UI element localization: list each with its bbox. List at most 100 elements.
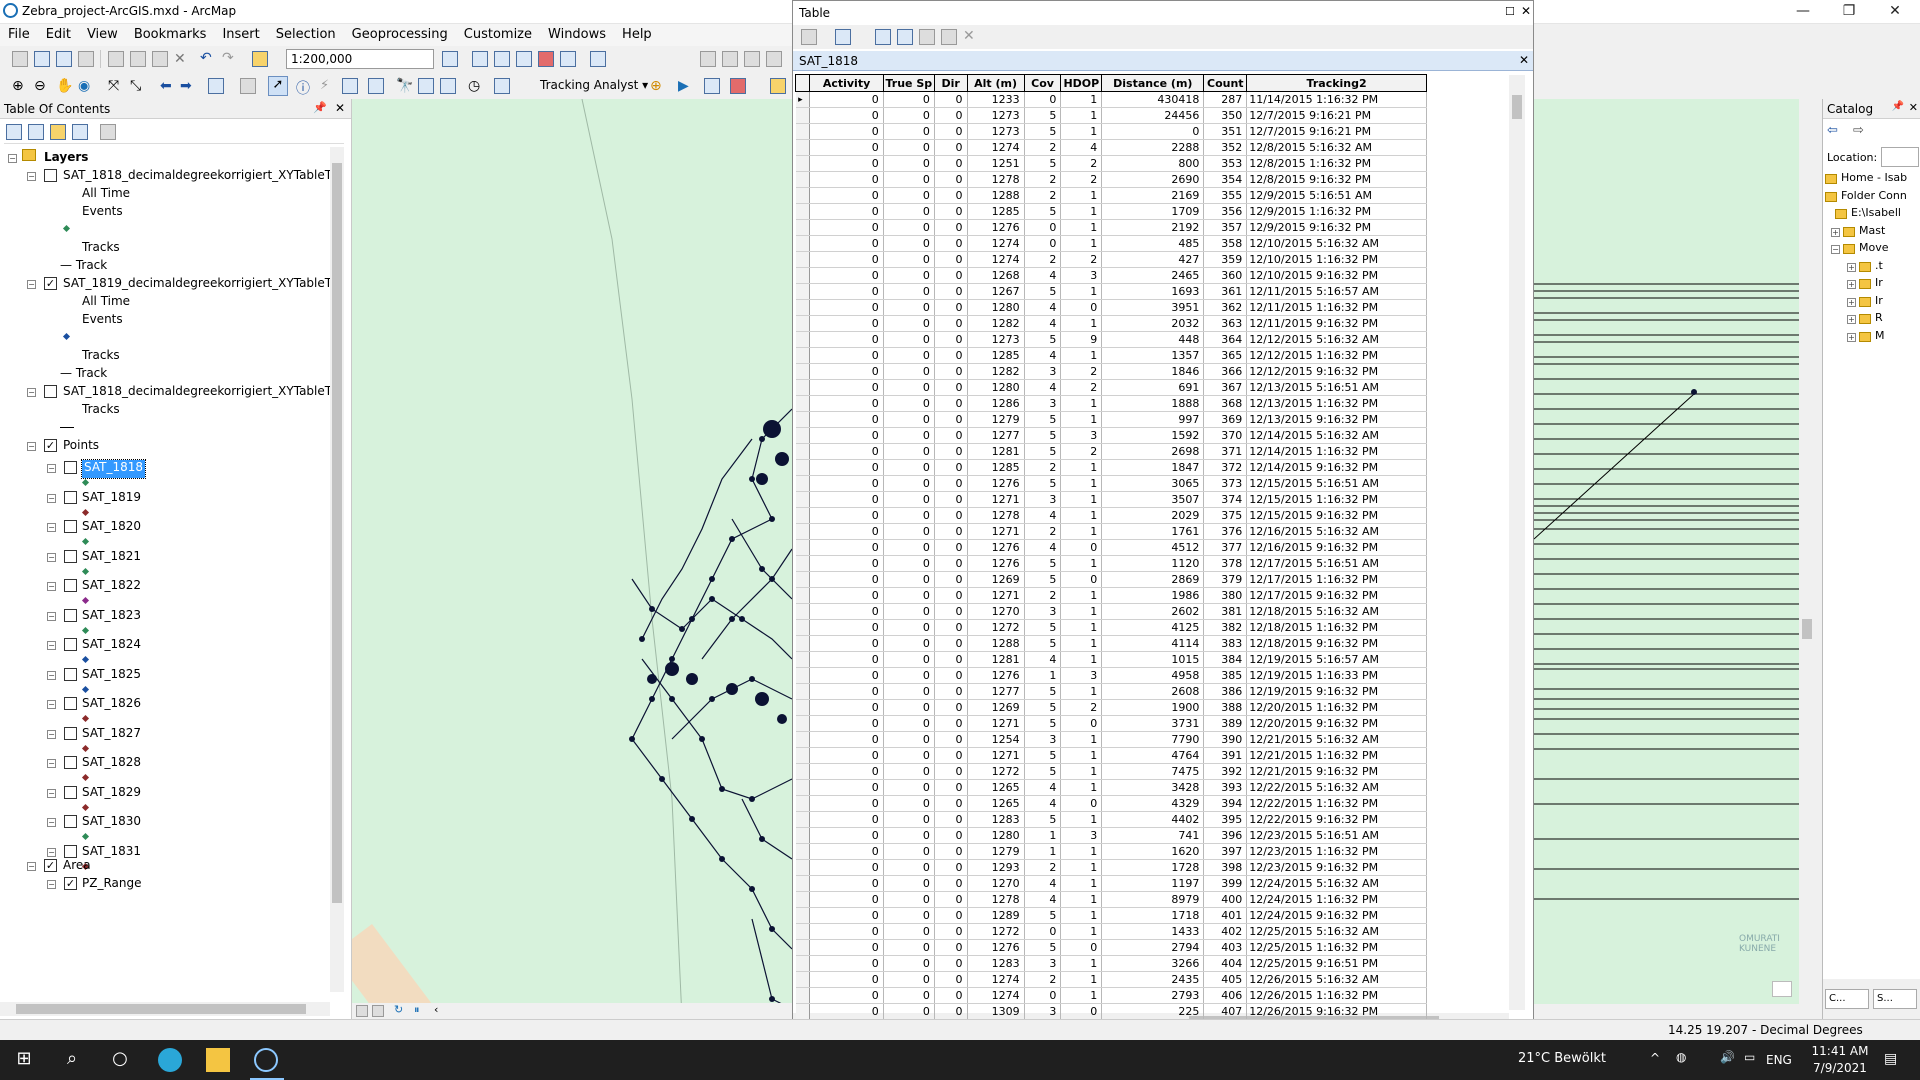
table-cell[interactable]: 485 bbox=[1101, 235, 1205, 252]
table-cell[interactable]: 1761 bbox=[1101, 523, 1205, 540]
table-vertical-scrollbar[interactable] bbox=[1509, 75, 1525, 1010]
table-cell[interactable]: 0 bbox=[809, 891, 884, 908]
table-cell[interactable]: 361 bbox=[1203, 283, 1248, 300]
table-cell[interactable]: 1271 bbox=[967, 715, 1025, 732]
row-selector[interactable] bbox=[795, 603, 811, 620]
group2-name[interactable]: SAT_1819_decimaldegreekorrigiert_XYTable… bbox=[63, 276, 330, 294]
weather-widget[interactable]: 21°C Bewölkt bbox=[1518, 1051, 1606, 1066]
minimize-icon[interactable]: — bbox=[1780, 0, 1826, 24]
table-cell[interactable]: 369 bbox=[1203, 411, 1248, 428]
point-layer-checkbox[interactable] bbox=[64, 490, 77, 504]
catalog-item[interactable]: Move bbox=[1859, 241, 1889, 259]
table-cell[interactable]: 12/10/2015 5:16:32 AM bbox=[1246, 235, 1427, 252]
table-cell[interactable]: 0 bbox=[934, 763, 968, 780]
table-cell[interactable]: 0 bbox=[934, 395, 968, 412]
table-cell[interactable]: 4 bbox=[1024, 315, 1062, 332]
table-cell[interactable]: 1 bbox=[1060, 123, 1103, 140]
table-cell[interactable]: 0 bbox=[883, 331, 935, 348]
table-cell[interactable]: 362 bbox=[1203, 299, 1248, 316]
table-row[interactable]: 0 0 0 1277 5 1 2608 386 12/19/2015 9:16:32 PM bbox=[795, 683, 1427, 700]
table-row[interactable]: 0 0 0 1265 4 1 3428 393 12/22/2015 5:16:32 AM bbox=[795, 779, 1427, 796]
table-row[interactable]: 0 0 0 1271 2 1 1761 376 12/16/2015 5:16:32 AM bbox=[795, 523, 1427, 540]
toc-window-icon[interactable] bbox=[472, 51, 488, 67]
table-cell[interactable]: 406 bbox=[1203, 987, 1248, 1004]
table-cell[interactable]: 5 bbox=[1024, 571, 1062, 588]
table-cell[interactable]: 4 bbox=[1024, 651, 1062, 668]
table-cell[interactable]: 0 bbox=[1060, 1003, 1103, 1020]
table-cell[interactable]: 12/17/2015 1:16:32 PM bbox=[1246, 571, 1427, 588]
table-row[interactable]: 0 0 0 1271 5 1 4764 391 12/21/2015 1:16:32 PM bbox=[795, 747, 1427, 764]
expand-point-layer-icon[interactable]: − bbox=[47, 582, 56, 591]
table-cell[interactable]: 358 bbox=[1203, 235, 1248, 252]
catalog-item[interactable]: E:\Isabell bbox=[1851, 206, 1901, 224]
table-cell[interactable]: 0 bbox=[934, 347, 968, 364]
arcmap-taskbar-icon[interactable] bbox=[254, 1048, 278, 1072]
table-cell[interactable]: 5 bbox=[1024, 811, 1062, 828]
table-options-icon[interactable] bbox=[801, 29, 817, 45]
close-icon[interactable]: ✕ bbox=[1872, 0, 1918, 24]
table-cell[interactable]: 0 bbox=[809, 139, 884, 156]
table-cell[interactable]: 1 bbox=[1060, 395, 1103, 412]
table-cell[interactable]: 12/18/2015 1:16:32 PM bbox=[1246, 619, 1427, 636]
table-cell[interactable]: 1282 bbox=[967, 363, 1025, 380]
table-cell[interactable]: 0 bbox=[809, 347, 884, 364]
table-row[interactable]: 0 0 0 1276 1 3 4958 385 12/19/2015 1:16:33 PM bbox=[795, 667, 1427, 684]
area-checkbox[interactable]: ✓ bbox=[44, 859, 57, 872]
table-cell[interactable]: 12/13/2015 1:16:32 PM bbox=[1246, 395, 1427, 412]
table-cell[interactable]: 3 bbox=[1024, 1003, 1062, 1020]
table-cell[interactable]: 400 bbox=[1203, 891, 1248, 908]
row-selector[interactable] bbox=[795, 523, 811, 540]
table-cell[interactable]: 0 bbox=[809, 731, 884, 748]
table-cell[interactable]: 0 bbox=[809, 651, 884, 668]
table-cell[interactable]: 1 bbox=[1060, 347, 1103, 364]
table-cell[interactable]: 0 bbox=[883, 987, 935, 1004]
table-cell[interactable]: 0 bbox=[809, 363, 884, 380]
back-extent-icon[interactable]: ⬅ bbox=[160, 78, 176, 94]
table-cell[interactable]: 3 bbox=[1024, 363, 1062, 380]
points-checkbox[interactable]: ✓ bbox=[44, 439, 57, 452]
row-selector[interactable] bbox=[795, 347, 811, 364]
table-cell[interactable]: 0 bbox=[934, 443, 968, 460]
playback-icon[interactable]: ▶ bbox=[678, 78, 694, 94]
table-cell[interactable]: 2 bbox=[1024, 859, 1062, 876]
tracking-tool-1-icon[interactable] bbox=[704, 78, 720, 94]
table-tab-close-icon[interactable]: ✕ bbox=[1519, 53, 1529, 67]
table-cell[interactable]: 1278 bbox=[967, 891, 1025, 908]
table-cell[interactable]: 1 bbox=[1060, 955, 1103, 972]
col-cov[interactable]: Cov bbox=[1023, 74, 1062, 92]
catalog-item[interactable]: .t bbox=[1875, 259, 1883, 277]
row-selector[interactable] bbox=[795, 427, 811, 444]
table-cell[interactable]: 1620 bbox=[1101, 843, 1205, 860]
table-cell[interactable]: 1 bbox=[1060, 523, 1103, 540]
table-cell[interactable]: 0 bbox=[883, 955, 935, 972]
table-cell[interactable]: 1281 bbox=[967, 443, 1025, 460]
row-selector[interactable] bbox=[795, 699, 811, 716]
catalog-location-combo[interactable] bbox=[1881, 147, 1919, 167]
point-layer-name[interactable]: SAT_1829 bbox=[82, 785, 141, 803]
table-cell[interactable]: 371 bbox=[1203, 443, 1248, 460]
toc-vertical-scrollbar[interactable] bbox=[330, 147, 344, 992]
col-alt[interactable]: Alt (m) bbox=[966, 74, 1025, 92]
table-cell[interactable]: 0 bbox=[809, 283, 884, 300]
toc-close-icon[interactable]: ✕ bbox=[335, 101, 345, 115]
expand-point-layer-icon[interactable]: − bbox=[47, 788, 56, 798]
right-map-vertical-scrollbar[interactable] bbox=[1799, 99, 1815, 1004]
row-selector[interactable] bbox=[795, 635, 811, 652]
options-icon[interactable] bbox=[100, 124, 116, 140]
point-layer-checkbox[interactable] bbox=[64, 844, 77, 858]
table-cell[interactable]: 382 bbox=[1203, 619, 1248, 636]
row-selector[interactable] bbox=[795, 731, 811, 748]
table-maximize-icon[interactable]: ☐ bbox=[1505, 5, 1515, 18]
table-cell[interactable]: 0 bbox=[934, 667, 968, 684]
print-icon[interactable] bbox=[78, 51, 94, 67]
table-cell[interactable]: 0 bbox=[1024, 219, 1062, 236]
table-cell[interactable]: 3 bbox=[1024, 955, 1062, 972]
table-row[interactable]: 0 0 0 1279 1 1 1620 397 12/23/2015 1:16:32 PM bbox=[795, 843, 1427, 860]
table-cell[interactable]: 3 bbox=[1024, 603, 1062, 620]
table-cell[interactable]: 0 bbox=[934, 971, 968, 988]
table-cell[interactable]: 0 bbox=[934, 891, 968, 908]
row-selector[interactable] bbox=[795, 715, 811, 732]
table-cell[interactable]: 0 bbox=[934, 427, 968, 444]
catalog-item[interactable]: R bbox=[1875, 311, 1883, 329]
layout-view-icon[interactable] bbox=[372, 1005, 384, 1017]
